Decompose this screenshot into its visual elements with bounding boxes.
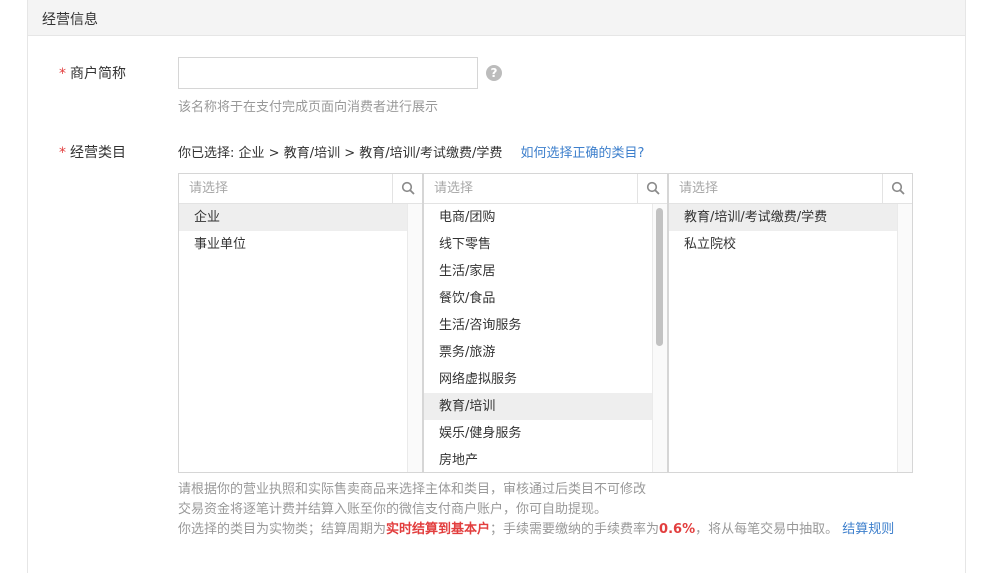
note-line-1: 请根据你的营业执照和实际售卖商品来选择主体和类目，审核通过后类目不可修改 xyxy=(178,482,647,497)
list-item[interactable]: 娱乐/健身服务 xyxy=(424,420,654,447)
column-search xyxy=(669,174,912,204)
category-label: * 经营类目 xyxy=(59,142,126,162)
merchant-name-input[interactable] xyxy=(178,57,478,89)
column-search-input[interactable] xyxy=(424,174,634,203)
note-text: 你选择的类目为实物类；结算周期为 xyxy=(178,522,387,537)
category-notes: 请根据你的营业执照和实际售卖商品来选择主体和类目，审核通过后类目不可修改 交易资… xyxy=(178,480,928,540)
list-item[interactable]: 事业单位 xyxy=(179,231,409,258)
note-line-3: 你选择的类目为实物类；结算周期为实时结算到基本户；手续需要缴纳的手续费率为0.6… xyxy=(178,520,928,540)
fee-rate: 0.6% xyxy=(659,522,696,537)
column-search-input[interactable] xyxy=(179,174,389,203)
note-text: ，将从每笔交易中抽取。 xyxy=(695,522,839,537)
list-item[interactable]: 企业 xyxy=(179,204,409,231)
column-search-input[interactable] xyxy=(669,174,879,203)
merchant-name-label: * 商户简称 xyxy=(59,63,126,83)
column-list: 教育/培训/考试缴费/学费 私立院校 xyxy=(669,204,899,472)
column-search xyxy=(424,174,667,204)
scrollbar-thumb[interactable] xyxy=(656,208,663,346)
merchant-name-label-text: 商户简称 xyxy=(70,66,126,82)
column-list: 企业 事业单位 xyxy=(179,204,409,472)
section-title: 经营信息 xyxy=(42,12,98,28)
list-item[interactable]: 线下零售 xyxy=(424,231,654,258)
column-scrollbar[interactable] xyxy=(897,204,912,472)
settlement-cycle: 实时结算到基本户 xyxy=(386,522,491,537)
list-item[interactable]: 房地产 xyxy=(424,447,654,472)
category-label-text: 经营类目 xyxy=(70,145,126,161)
list-item[interactable]: 网络虚拟服务 xyxy=(424,366,654,393)
list-item[interactable]: 私立院校 xyxy=(669,231,899,258)
selected-prefix: 你已选择: xyxy=(178,146,235,161)
list-item[interactable]: 票务/旅游 xyxy=(424,339,654,366)
section-header: 经营信息 xyxy=(28,0,965,36)
category-column-3: 教育/培训/考试缴费/学费 私立院校 xyxy=(668,173,913,473)
category-help-link[interactable]: 如何选择正确的类目? xyxy=(521,146,645,161)
category-column-1: 企业 事业单位 xyxy=(178,173,423,473)
search-icon[interactable] xyxy=(637,174,667,203)
note-line-2: 交易资金将逐笔计费并结算入账至你的微信支付商户账户，你可自助提现。 xyxy=(178,502,608,517)
merchant-name-hint: 该名称将于在支付完成页面向消费者进行展示 xyxy=(178,100,439,115)
category-column-2: 电商/团购 线下零售 生活/家居 餐饮/食品 生活/咨询服务 票务/旅游 网络虚… xyxy=(423,173,668,473)
column-scrollbar[interactable] xyxy=(652,204,667,472)
selected-category-line: 你已选择: 企业 > 教育/培训 > 教育/培训/考试缴费/学费 如何选择正确的… xyxy=(178,142,644,161)
search-icon[interactable] xyxy=(392,174,422,203)
list-item[interactable]: 餐饮/食品 xyxy=(424,285,654,312)
column-search xyxy=(179,174,422,204)
settlement-rules-link[interactable]: 结算规则 xyxy=(842,522,894,537)
column-scrollbar[interactable] xyxy=(407,204,422,472)
required-mark: * xyxy=(59,145,66,161)
list-item[interactable]: 教育/培训 xyxy=(424,393,654,420)
list-item[interactable]: 生活/家居 xyxy=(424,258,654,285)
search-icon[interactable] xyxy=(882,174,912,203)
list-item[interactable]: 教育/培训/考试缴费/学费 xyxy=(669,204,899,231)
list-item[interactable]: 电商/团购 xyxy=(424,204,654,231)
question-circle-icon[interactable]: ? xyxy=(486,65,502,81)
list-item[interactable]: 生活/咨询服务 xyxy=(424,312,654,339)
selected-path: 企业 > 教育/培训 > 教育/培训/考试缴费/学费 xyxy=(238,146,503,161)
note-text: ；手续需要缴纳的手续费率为 xyxy=(490,522,660,537)
required-mark: * xyxy=(59,66,66,82)
column-list: 电商/团购 线下零售 生活/家居 餐饮/食品 生活/咨询服务 票务/旅游 网络虚… xyxy=(424,204,654,472)
